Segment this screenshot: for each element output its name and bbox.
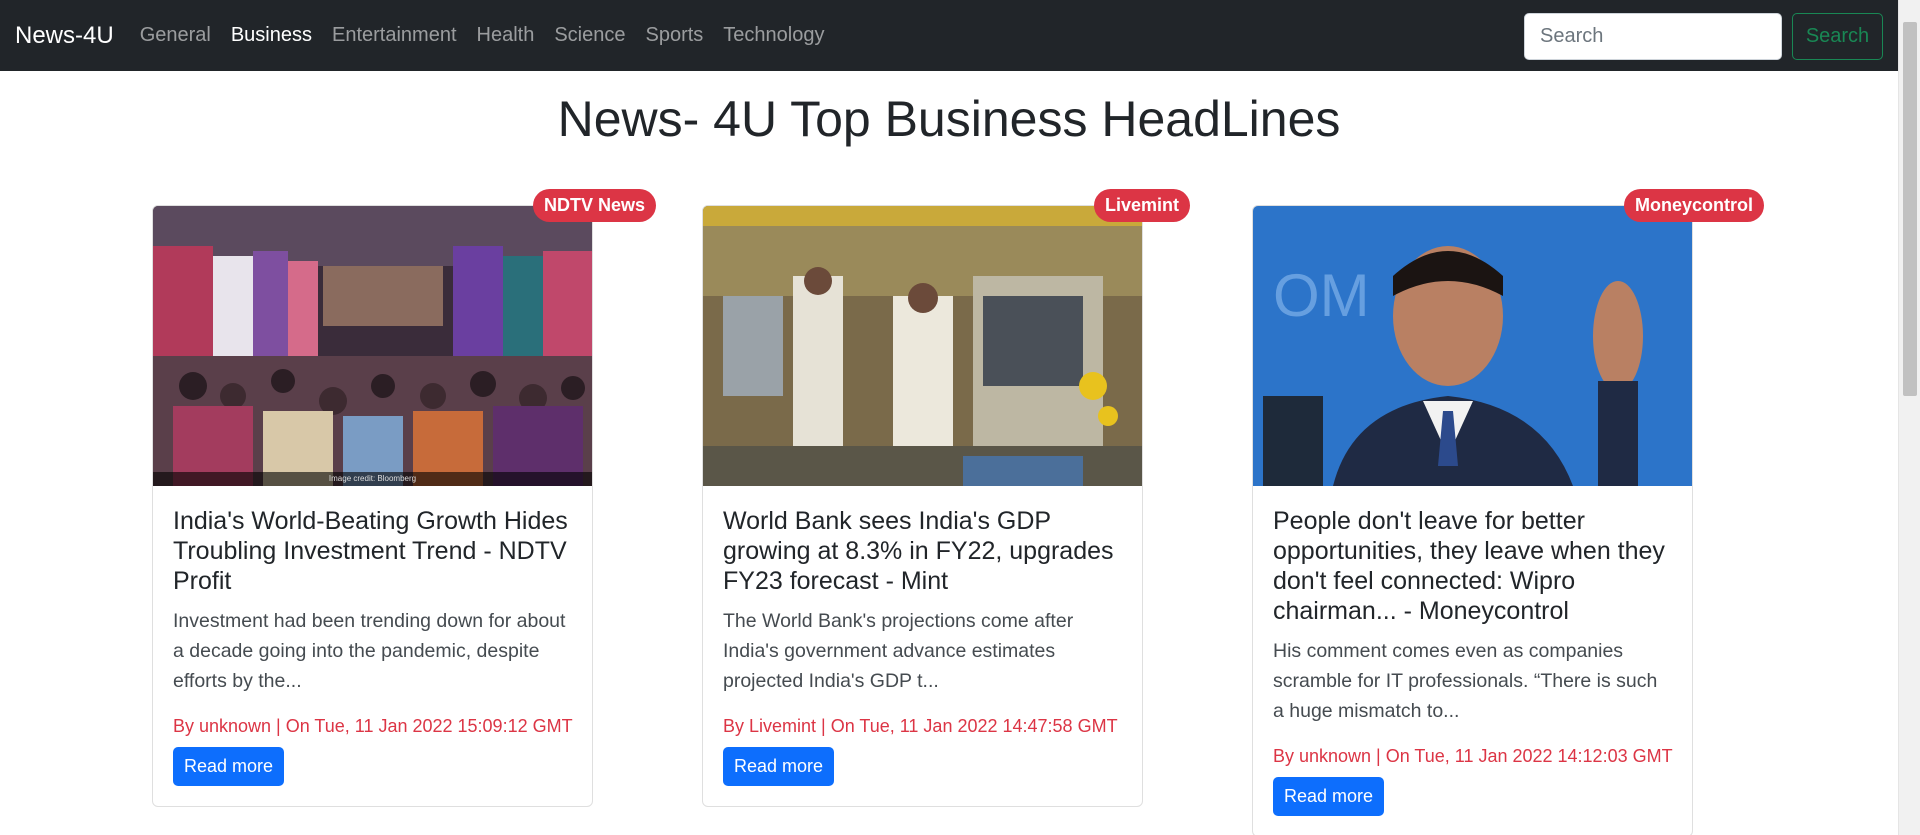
market-photo	[153, 206, 592, 486]
article-title: People don't leave for better opportunit…	[1273, 507, 1665, 625]
article-description: Investment had been trending down for ab…	[173, 610, 566, 692]
card-body: India's World-Beating Growth Hides Troub…	[153, 486, 592, 806]
nav-link-sports[interactable]: Sports	[635, 24, 713, 47]
source-badge: NDTV News	[532, 189, 656, 222]
nav-link-technology[interactable]: Technology	[713, 24, 834, 47]
svg-text:OM: OM	[1273, 262, 1370, 329]
article-meta: By Livemint | On Tue, 11 Jan 2022 14:47:…	[723, 716, 1118, 736]
card-body: World Bank sees India's GDP growing at 8…	[703, 486, 1142, 806]
article-meta: By unknown | On Tue, 11 Jan 2022 15:09:1…	[173, 716, 573, 736]
article-image	[703, 206, 1142, 486]
read-more-button[interactable]: Read more	[1273, 777, 1385, 816]
article-description: The World Bank's projections come after …	[723, 610, 1074, 692]
search-button[interactable]: Search	[1792, 13, 1883, 60]
page-scrollbar[interactable]	[1898, 0, 1920, 835]
portrait-photo: OM	[1253, 206, 1692, 486]
article-title: World Bank sees India's GDP growing at 8…	[723, 507, 1114, 595]
nav-link-science[interactable]: Science	[544, 24, 635, 47]
nav-link-entertainment[interactable]: Entertainment	[322, 24, 467, 47]
read-more-button[interactable]: Read more	[173, 747, 285, 786]
page-title: News- 4U Top Business HeadLines	[557, 91, 1341, 147]
article-description: His comment comes even as companies scra…	[1273, 640, 1658, 722]
nav-links: General Business Entertainment Health Sc…	[130, 24, 835, 47]
news-card: Livemint World Bank sees India's GDP gro…	[702, 189, 1190, 807]
article-image: Image credit: Bloomberg	[153, 206, 592, 486]
article-title: India's World-Beating Growth Hides Troub…	[173, 507, 568, 595]
nav-link-general[interactable]: General	[130, 24, 221, 47]
image-credit: Image credit: Bloomberg	[153, 472, 592, 486]
read-more-button[interactable]: Read more	[723, 747, 835, 786]
nav-link-business[interactable]: Business	[221, 24, 322, 47]
article-meta: By unknown | On Tue, 11 Jan 2022 14:12:0…	[1273, 746, 1673, 766]
navbar: News-4U General Business Entertainment H…	[0, 0, 1898, 71]
brand-logo[interactable]: News-4U	[15, 22, 114, 50]
scrollbar-thumb[interactable]	[1903, 22, 1917, 396]
news-card: Moneycontrol OM People don't leave for b…	[1252, 189, 1764, 835]
source-badge: Livemint	[1093, 189, 1190, 222]
card-body: People don't leave for better opportunit…	[1253, 486, 1692, 835]
source-badge: Moneycontrol	[1623, 189, 1764, 222]
nav-link-health[interactable]: Health	[467, 24, 545, 47]
factory-photo	[703, 206, 1142, 486]
article-image: OM	[1253, 206, 1692, 486]
search-input[interactable]	[1524, 13, 1782, 60]
search-form: Search	[1524, 13, 1883, 60]
news-card: NDTV News Image credit: Bloomberg India'…	[152, 189, 656, 807]
